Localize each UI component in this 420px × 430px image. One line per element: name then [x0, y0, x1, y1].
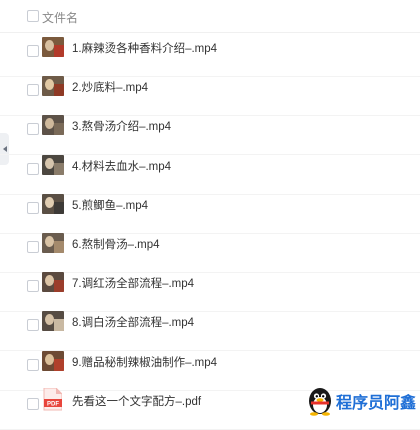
file-row[interactable]: 6.熬制骨汤–.mp4: [0, 233, 420, 273]
file-name[interactable]: 5.煎鲫鱼–.mp4: [72, 197, 148, 213]
select-all-checkbox[interactable]: [27, 10, 39, 22]
video-thumbnail: [42, 37, 64, 57]
video-thumbnail: [42, 193, 64, 214]
file-checkbox[interactable]: [27, 280, 39, 293]
file-row[interactable]: 1.麻辣烫各种香料介绍–.mp4: [0, 37, 420, 77]
file-checkbox[interactable]: [27, 241, 39, 253]
file-name[interactable]: 3.熬骨汤介绍–.mp4: [72, 118, 171, 134]
video-thumbnail: [42, 311, 64, 332]
file-row[interactable]: 8.调白汤全部流程–.mp4: [0, 311, 420, 352]
file-checkbox[interactable]: [27, 201, 39, 214]
file-row[interactable]: 7.调红汤全部流程–.mp4: [0, 272, 420, 313]
file-name[interactable]: 6.熬制骨汤–.mp4: [72, 236, 160, 252]
video-thumbnail: [42, 115, 64, 136]
watermark-text: 程序员阿鑫: [336, 395, 417, 412]
file-row[interactable]: 5.煎鲫鱼–.mp4: [0, 193, 420, 234]
watermark: 程序员阿鑫: [306, 386, 420, 416]
file-name[interactable]: 2.炒底料–.mp4: [72, 79, 148, 95]
file-checkbox[interactable]: [27, 397, 39, 410]
file-name[interactable]: 1.麻辣烫各种香料介绍–.mp4: [72, 40, 217, 56]
pdf-file-icon: PDF: [43, 387, 62, 411]
file-row[interactable]: 3.熬骨汤介绍–.mp4: [0, 115, 420, 156]
file-checkbox[interactable]: [27, 123, 39, 136]
file-name[interactable]: 先看这一个文字配方–.pdf: [72, 393, 201, 409]
file-checkbox[interactable]: [27, 45, 39, 57]
file-name[interactable]: 7.调红汤全部流程–.mp4: [72, 275, 194, 291]
video-thumbnail: [42, 154, 64, 175]
file-list-header: 文件名: [0, 0, 420, 33]
file-row[interactable]: 4.材料去血水–.mp4: [0, 154, 420, 195]
penguin-icon: [309, 388, 331, 416]
file-checkbox[interactable]: [27, 358, 39, 371]
file-checkbox[interactable]: [27, 162, 39, 175]
video-thumbnail: [42, 272, 64, 293]
pdf-icon-label: PDF: [47, 401, 59, 407]
video-thumbnail: [42, 76, 64, 97]
column-header-filename: 文件名: [42, 11, 79, 25]
file-name[interactable]: 9.赠品秘制辣椒油制作–.mp4: [72, 354, 217, 370]
file-checkbox[interactable]: [27, 84, 39, 97]
file-checkbox[interactable]: [27, 319, 39, 332]
file-row[interactable]: 2.炒底料–.mp4: [0, 76, 420, 117]
video-thumbnail: [42, 350, 64, 371]
file-row[interactable]: 9.赠品秘制辣椒油制作–.mp4: [0, 350, 420, 391]
video-thumbnail: [42, 233, 64, 253]
file-name[interactable]: 4.材料去血水–.mp4: [72, 158, 171, 174]
file-name[interactable]: 8.调白汤全部流程–.mp4: [72, 314, 194, 330]
